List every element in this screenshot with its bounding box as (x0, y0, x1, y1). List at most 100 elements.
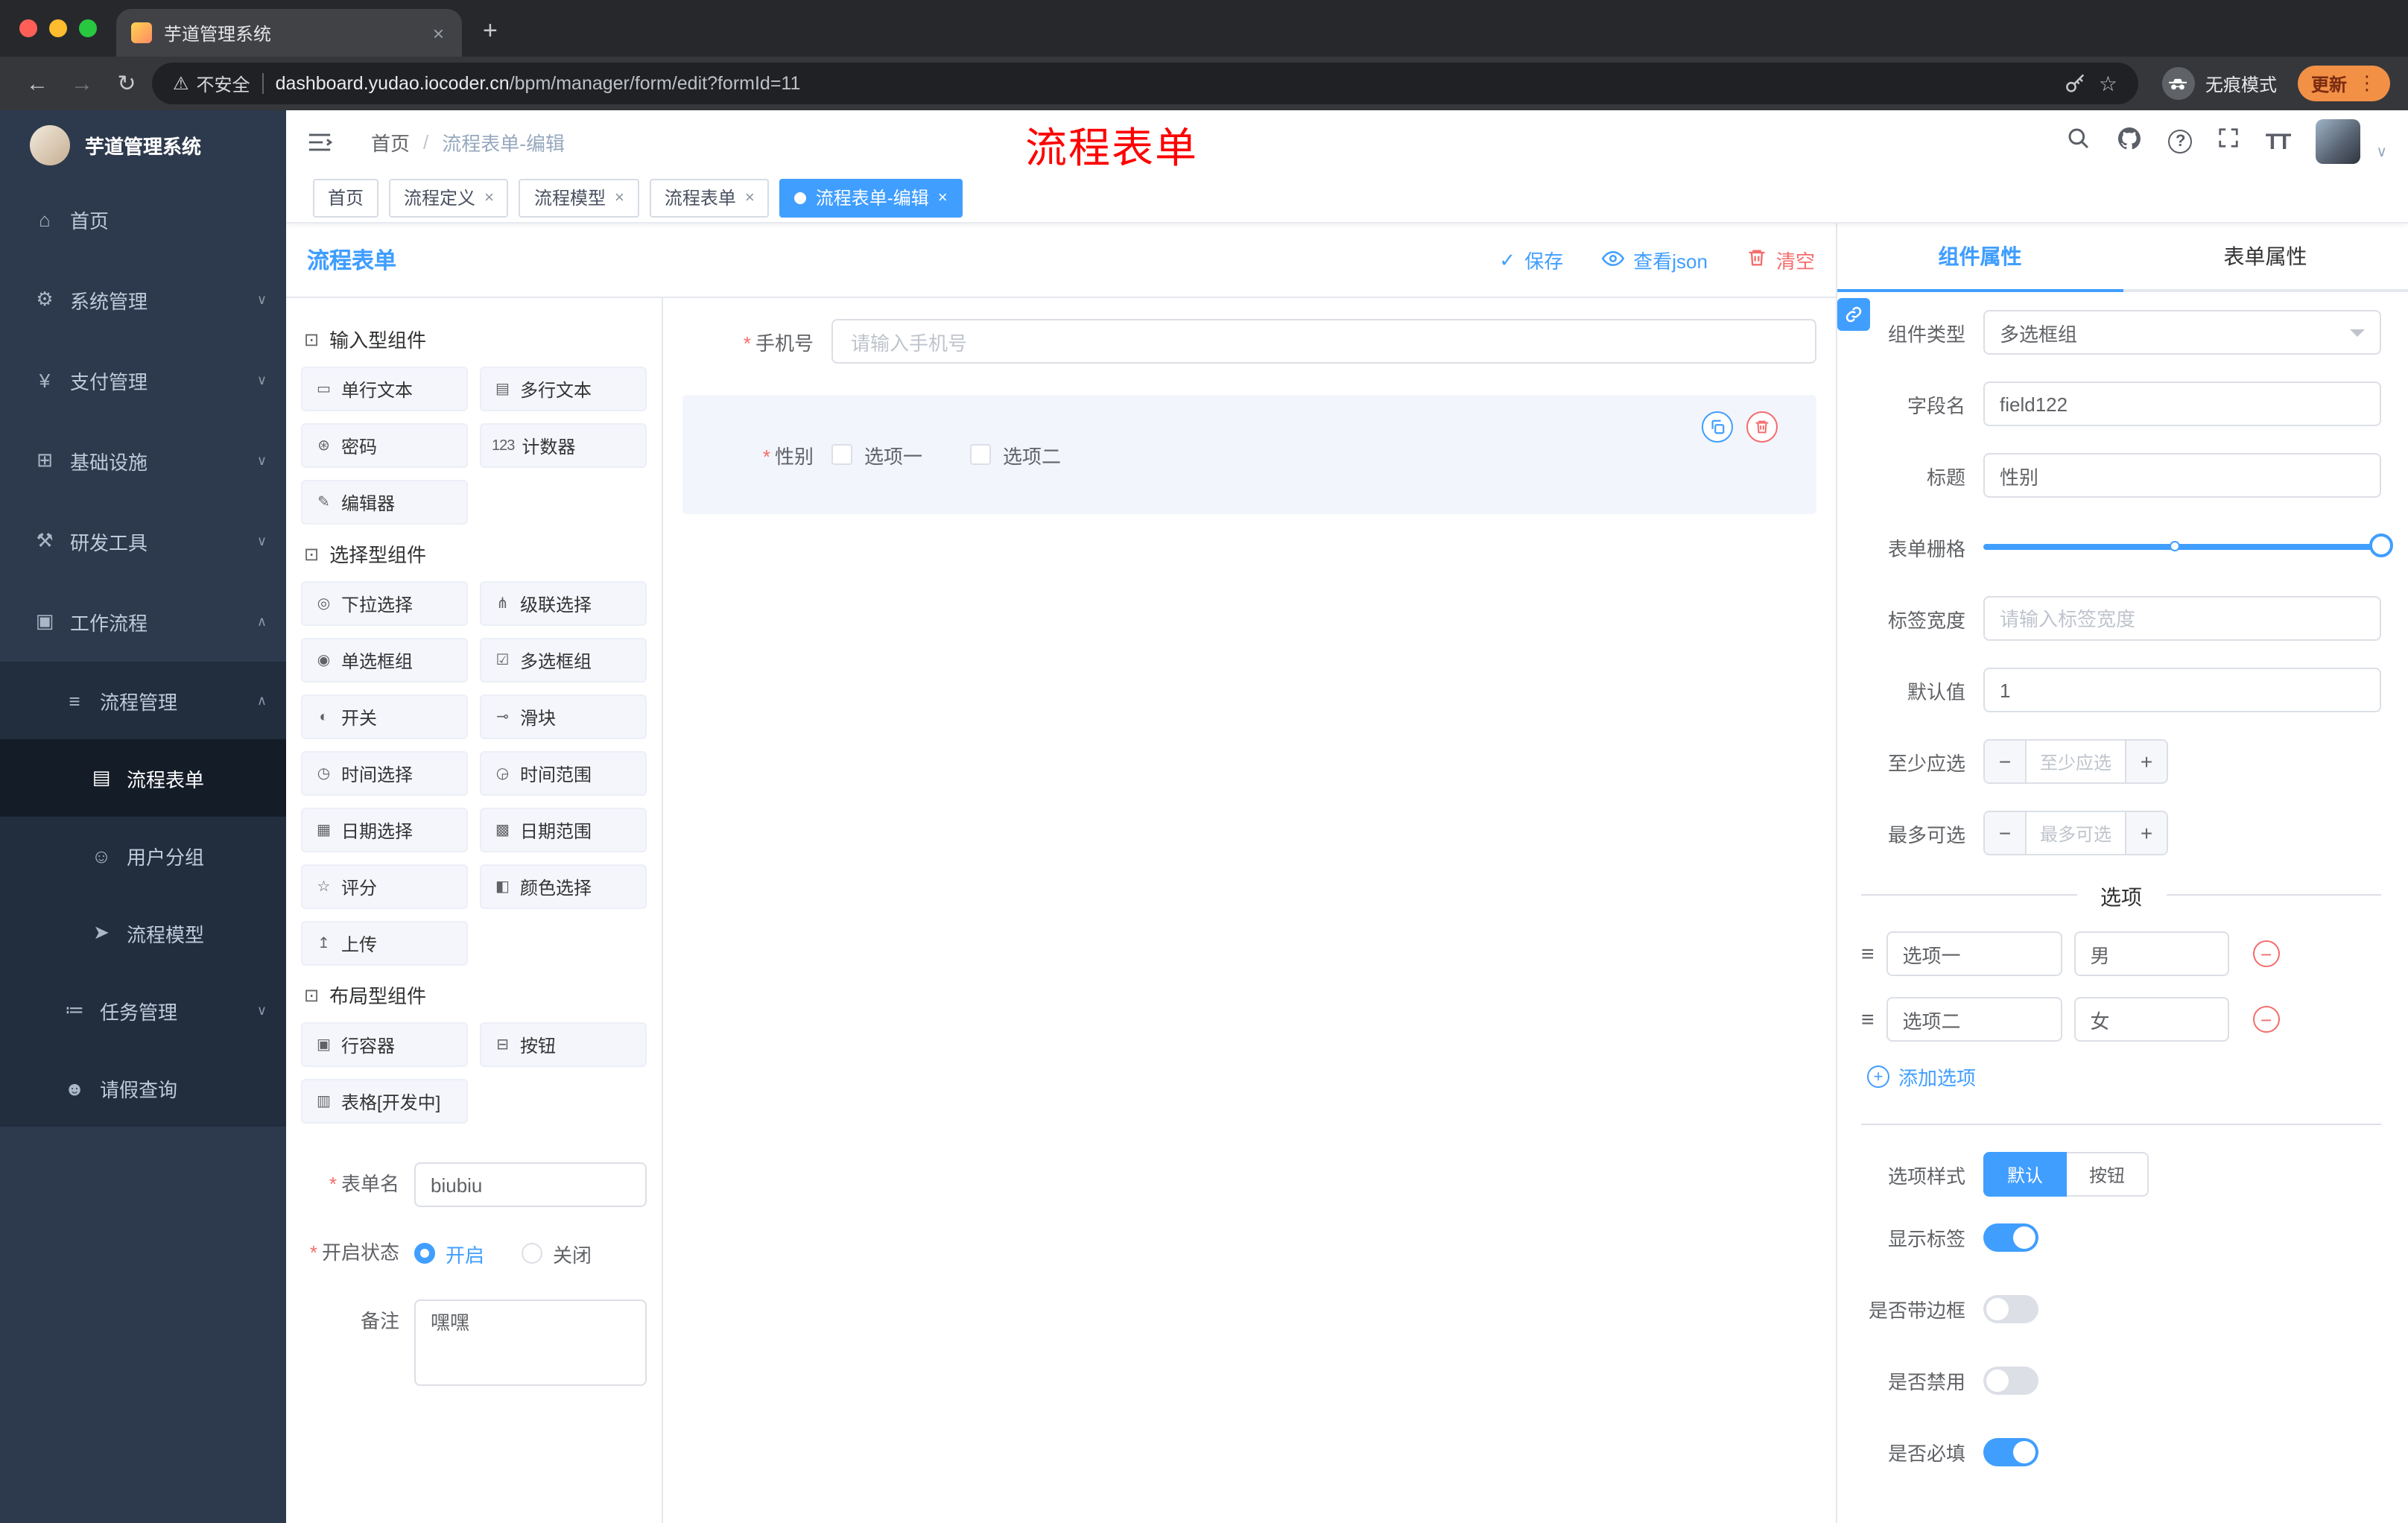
component-type-select[interactable]: 多选框组 (1983, 310, 2381, 355)
address-bar[interactable]: ⚠ 不安全 dashboard.yudao.iocoder.cn/bpm/man… (152, 63, 2138, 104)
password-key-icon[interactable] (2065, 72, 2087, 95)
tag-home[interactable]: 首页 (313, 178, 379, 217)
palette-item-row-container[interactable]: ▣ 行容器 (301, 1022, 468, 1067)
collapse-sidebar-icon[interactable] (307, 130, 332, 153)
palette-item-date-range[interactable]: ▩ 日期范围 (480, 808, 647, 852)
sidebar-item-leave-query[interactable]: ☻ 请假查询 (0, 1049, 286, 1127)
browser-menu-icon[interactable]: ⋮ (2357, 72, 2377, 95)
palette-item-cascader[interactable]: ⋔ 级联选择 (480, 581, 647, 626)
tag-process-form[interactable]: 流程表单 × (649, 178, 770, 217)
palette-item-slider[interactable]: ⊸ 滑块 (480, 694, 647, 739)
gender-widget-selected[interactable]: 性别 选项一 选项二 (682, 395, 1816, 514)
palette-item-time-picker[interactable]: ◷ 时间选择 (301, 751, 468, 796)
reload-button[interactable]: ↻ (107, 70, 146, 97)
palette-item-single-line-text[interactable]: ▭ 单行文本 (301, 367, 468, 411)
delete-widget-button[interactable] (1746, 411, 1778, 443)
zoom-window-button[interactable] (79, 19, 97, 37)
decrease-button[interactable]: − (1985, 812, 2027, 854)
checkbox-icon[interactable] (970, 444, 992, 465)
style-button-button[interactable]: 按钮 (2067, 1152, 2149, 1197)
palette-item-button[interactable]: ⊟ 按钮 (480, 1022, 647, 1067)
style-default-button[interactable]: 默认 (1983, 1152, 2068, 1197)
max-select-value[interactable]: 最多可选 (2027, 812, 2125, 854)
drag-handle-icon[interactable]: ≡ (1861, 1007, 1875, 1032)
radio-off-label[interactable]: 关闭 (553, 1239, 592, 1267)
copy-widget-button[interactable] (1702, 411, 1733, 443)
default-value-input[interactable] (1983, 668, 2381, 712)
slider-track[interactable] (1983, 533, 2393, 557)
search-icon[interactable] (2068, 126, 2091, 157)
close-window-button[interactable] (19, 19, 37, 37)
remark-textarea[interactable]: 嘿嘿 (414, 1299, 647, 1386)
sidebar-item-process-model[interactable]: ➤ 流程模型 (0, 894, 286, 972)
palette-item-color-picker[interactable]: ◧ 颜色选择 (480, 864, 647, 909)
checkbox-icon[interactable] (831, 444, 852, 465)
radio-off[interactable] (522, 1243, 543, 1264)
title-input[interactable] (1983, 453, 2381, 498)
label-width-input[interactable] (1983, 596, 2381, 641)
option-label-input[interactable] (1886, 931, 2062, 976)
sidebar-item-payment-management[interactable]: ¥ 支付管理 ∨ (0, 340, 286, 420)
slider-handle[interactable] (2369, 533, 2393, 557)
sidebar-item-system-management[interactable]: ⚙ 系统管理 ∨ (0, 259, 286, 340)
phone-input[interactable]: 请输入手机号 (831, 319, 1816, 364)
phone-field[interactable]: 手机号 请输入手机号 (682, 319, 1816, 364)
sidebar-item-dev-tools[interactable]: ⚒ 研发工具 ∨ (0, 501, 286, 581)
option-value-input[interactable] (2073, 931, 2229, 976)
palette-item-date-picker[interactable]: ▦ 日期选择 (301, 808, 468, 852)
github-icon[interactable] (2117, 124, 2144, 159)
gender-option-1[interactable]: 选项一 (831, 440, 922, 469)
option-value-input[interactable] (2073, 997, 2229, 1042)
palette-item-rich-editor[interactable]: ✎ 编辑器 (301, 480, 468, 525)
gender-option-2[interactable]: 选项二 (970, 440, 1061, 469)
view-json-button[interactable]: 查看json (1602, 246, 1708, 274)
tag-process-form-edit[interactable]: 流程表单-编辑 × (779, 178, 963, 217)
sidebar-item-user-group[interactable]: ☺ 用户分组 (0, 817, 286, 894)
sidebar-item-infrastructure[interactable]: ⊞ 基础设施 ∨ (0, 420, 286, 501)
close-icon[interactable]: × (745, 189, 755, 206)
option-label-input[interactable] (1886, 997, 2062, 1042)
browser-tab[interactable]: 芋道管理系统 × (116, 9, 462, 57)
palette-item-multi-line-text[interactable]: ▤ 多行文本 (480, 367, 647, 411)
remove-option-button[interactable]: − (2252, 940, 2280, 967)
add-option-button[interactable]: + 添加选项 (1867, 1063, 2381, 1091)
palette-item-select[interactable]: ◎ 下拉选择 (301, 581, 468, 626)
tag-process-model[interactable]: 流程模型 × (519, 178, 639, 217)
show-label-switch[interactable] (1983, 1223, 2038, 1252)
help-icon[interactable]: ? (2168, 130, 2193, 153)
close-icon[interactable]: × (615, 189, 624, 206)
drag-handle-icon[interactable]: ≡ (1861, 941, 1875, 966)
close-icon[interactable]: × (484, 189, 494, 206)
tab-component-props[interactable]: 组件属性 (1837, 224, 2123, 292)
sidebar-item-task-management[interactable]: ≔ 任务管理 ∨ (0, 972, 286, 1049)
link-icon[interactable] (1837, 298, 1870, 331)
palette-item-checkbox-group[interactable]: ☑ 多选框组 (480, 638, 647, 683)
form-grid-slider[interactable] (1983, 525, 2393, 569)
forward-button[interactable]: → (63, 71, 101, 96)
border-switch[interactable] (1983, 1295, 2038, 1323)
increase-button[interactable]: + (2125, 741, 2167, 782)
palette-item-password[interactable]: ⊛ 密码 (301, 423, 468, 468)
avatar-caret-icon[interactable]: ∨ (2376, 144, 2387, 160)
min-select-value[interactable]: 至少应选 (2027, 741, 2125, 782)
tab-form-props[interactable]: 表单属性 (2123, 224, 2408, 289)
form-name-input[interactable] (414, 1162, 647, 1207)
decrease-button[interactable]: − (1985, 741, 2027, 782)
font-size-icon[interactable]: TT (2266, 129, 2292, 154)
field-name-input[interactable] (1983, 381, 2381, 426)
fullscreen-icon[interactable] (2218, 127, 2240, 156)
avatar[interactable] (2315, 119, 2360, 164)
bookmark-star-icon[interactable]: ☆ (2099, 71, 2117, 96)
radio-on-label[interactable]: 开启 (446, 1239, 484, 1267)
palette-item-radio-group[interactable]: ◉ 单选框组 (301, 638, 468, 683)
increase-button[interactable]: + (2125, 812, 2167, 854)
breadcrumb-home[interactable]: 首页 (371, 127, 410, 156)
palette-item-upload[interactable]: ↥ 上传 (301, 921, 468, 966)
tag-process-definition[interactable]: 流程定义 × (389, 178, 509, 217)
minimize-window-button[interactable] (49, 19, 67, 37)
required-switch[interactable] (1983, 1438, 2038, 1466)
sidebar-item-process-management[interactable]: ≡ 流程管理 ∧ (0, 662, 286, 739)
sidebar-item-home[interactable]: ⌂ 首页 (0, 179, 286, 259)
disabled-switch[interactable] (1983, 1367, 2038, 1395)
sidebar-item-process-form[interactable]: ▤ 流程表单 (0, 739, 286, 817)
